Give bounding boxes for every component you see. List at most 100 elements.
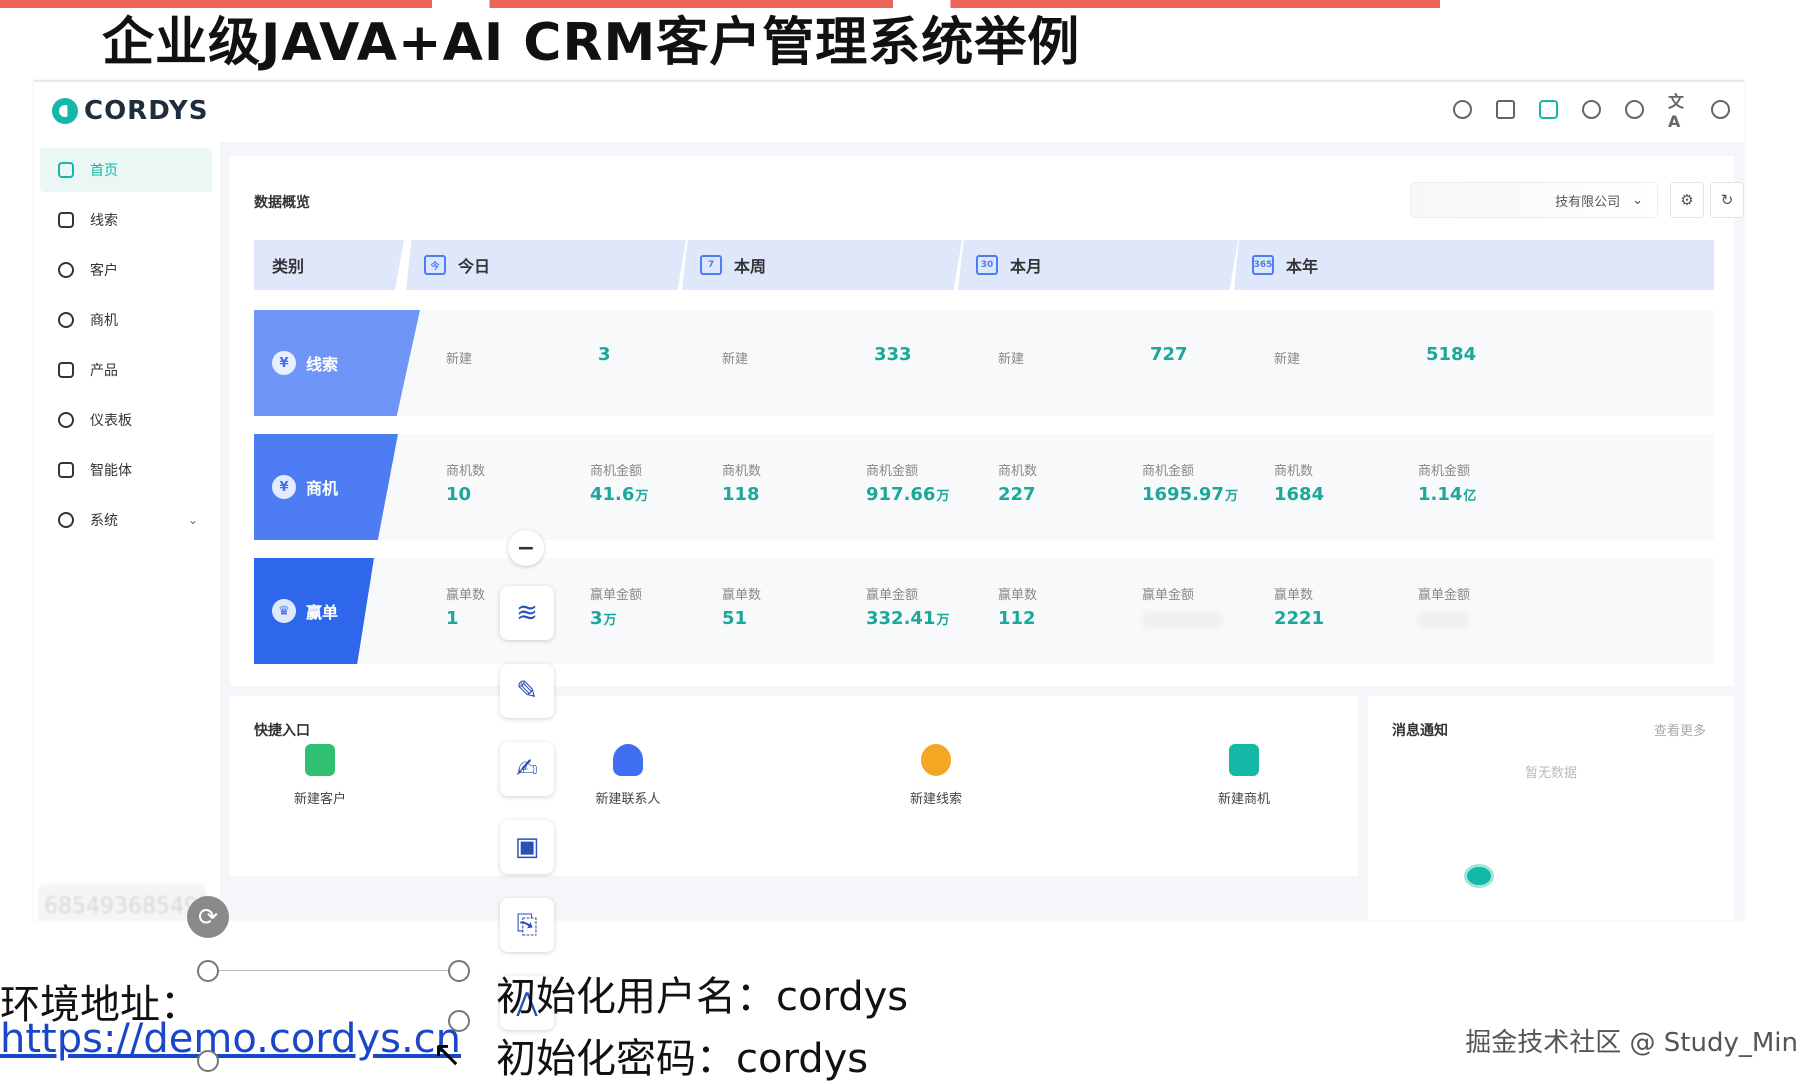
- quick-new-contact[interactable]: 新建联系人: [568, 744, 688, 807]
- bell-icon[interactable]: [1582, 100, 1601, 119]
- customer-icon: [58, 262, 74, 278]
- metric-value[interactable]: 51: [722, 608, 747, 629]
- metric-label: 商机数: [446, 464, 486, 479]
- category-label: 商机: [306, 479, 339, 498]
- metric-value[interactable]: 1.14亿: [1418, 484, 1476, 505]
- metric-value[interactable]: 1: [446, 608, 459, 629]
- metric-label: 赢单金额: [1418, 588, 1471, 603]
- metric-value[interactable]: 118: [722, 484, 760, 505]
- company-select[interactable]: 技有限公司 ⌄: [1410, 182, 1658, 218]
- metric-label: 赢单数: [1274, 588, 1314, 603]
- calendar-icon: 365: [1252, 255, 1274, 275]
- sidebar: 首页 线索 客户 商机 产品 仪表板 智能体 系统 ⌄ 685493685493 …: [34, 142, 220, 920]
- watermark: 掘金技术社区 @ Study_Min: [1465, 1028, 1798, 1058]
- frame-tool-button[interactable]: ▣: [500, 820, 554, 874]
- metric-label: 新建: [446, 352, 473, 367]
- metric-value[interactable]: 5184: [1426, 344, 1476, 365]
- category-badge-opportunities[interactable]: ¥ 商机: [254, 434, 398, 540]
- new-opportunity-icon: [1229, 744, 1259, 776]
- category-badge-clues[interactable]: ¥ 线索: [254, 310, 420, 416]
- metric-label: 赢单金额: [590, 588, 643, 603]
- search-icon[interactable]: [1453, 100, 1472, 119]
- quick-new-clue[interactable]: 新建线索: [876, 744, 996, 807]
- translate-icon[interactable]: 文A: [1668, 92, 1687, 131]
- blurred-value: [1142, 612, 1222, 628]
- metric-label: 赢单数: [998, 588, 1038, 603]
- row-won-deals: ♛ 赢单 赢单数 1 赢单金额 3万 赢单数 51 赢单金额 332.41万 赢单…: [254, 558, 1714, 664]
- metric-value[interactable]: 1695.97万: [1142, 484, 1238, 505]
- user-profile-blurred[interactable]: 685493685493: [38, 884, 206, 920]
- brand-name: CORDYS: [84, 96, 209, 126]
- init-password: 初始化密码：cordys: [496, 1036, 869, 1082]
- metric-label: 商机数: [1274, 464, 1314, 479]
- header-label: 本年: [1286, 257, 1319, 276]
- sidebar-item-clues[interactable]: 线索: [40, 198, 212, 242]
- metric-value[interactable]: 333: [874, 344, 912, 365]
- top-bar: CORDYS 文A: [34, 82, 1744, 142]
- minus-button[interactable]: −: [508, 530, 544, 566]
- calendar-icon: 7: [700, 255, 722, 275]
- document-tool-button[interactable]: ⎘: [500, 898, 554, 952]
- sidebar-item-system[interactable]: 系统 ⌄: [40, 498, 212, 542]
- pen-icon: ✍: [516, 754, 538, 784]
- resize-handle[interactable]: [448, 1010, 470, 1032]
- blurred-value: [1418, 612, 1468, 628]
- chat-assistant-icon[interactable]: [1464, 864, 1494, 888]
- sidebar-item-home[interactable]: 首页: [40, 148, 212, 192]
- metric-value[interactable]: 3: [598, 344, 611, 365]
- metric-value[interactable]: 917.66万: [866, 484, 949, 505]
- document-icon: ⎘: [516, 909, 538, 940]
- chevron-down-icon: ⌄: [1632, 192, 1643, 208]
- sidebar-item-opportunities[interactable]: 商机: [40, 298, 212, 342]
- refresh-icon: ↻: [1720, 191, 1734, 209]
- metric-value[interactable]: 112: [998, 608, 1036, 629]
- metric-value[interactable]: 41.6万: [590, 484, 648, 505]
- layers-tool-button[interactable]: ≋: [500, 586, 554, 640]
- layers-icon: ≋: [516, 598, 538, 628]
- message-title: 消息通知: [1392, 723, 1448, 739]
- sidebar-item-label: 客户: [90, 263, 118, 279]
- resize-handle[interactable]: [197, 960, 219, 982]
- brand-logo[interactable]: CORDYS: [52, 96, 208, 126]
- category-badge-won[interactable]: ♛ 赢单: [254, 558, 374, 664]
- header-label: 类别: [272, 257, 305, 276]
- opportunity-icon: ¥: [272, 475, 296, 499]
- sidebar-item-dashboard[interactable]: 仪表板: [40, 398, 212, 442]
- view-more-link[interactable]: 查看更多: [1654, 720, 1706, 739]
- rotate-handle-icon[interactable]: ⟳: [187, 896, 229, 938]
- quick-new-opportunity[interactable]: 新建商机: [1184, 744, 1304, 807]
- home-icon: [58, 162, 74, 178]
- calendar-icon[interactable]: [1496, 100, 1515, 119]
- new-contact-icon: [613, 744, 643, 776]
- brush-tool-button[interactable]: ✎: [500, 664, 554, 718]
- sidebar-item-customers[interactable]: 客户: [40, 248, 212, 292]
- overview-refresh-button[interactable]: ↻: [1710, 182, 1744, 218]
- metric-label: 商机数: [722, 464, 762, 479]
- dashboard-icon: [58, 412, 74, 428]
- product-icon: [58, 362, 74, 378]
- robot-icon[interactable]: [1539, 100, 1558, 119]
- system-icon: [58, 512, 74, 528]
- metric-value[interactable]: 1684: [1274, 484, 1324, 505]
- sidebar-item-products[interactable]: 产品: [40, 348, 212, 392]
- overview-settings-button[interactable]: ⚙: [1670, 182, 1704, 218]
- metric-value[interactable]: 727: [1150, 344, 1188, 365]
- resize-handle[interactable]: [197, 1050, 219, 1072]
- info-icon[interactable]: [1625, 100, 1644, 119]
- metric-label: 商机金额: [866, 464, 919, 479]
- metric-value[interactable]: 10: [446, 484, 471, 505]
- resize-handle[interactable]: [448, 960, 470, 982]
- quick-new-customer[interactable]: 新建客户: [260, 744, 380, 807]
- metric-value[interactable]: 332.41万: [866, 608, 949, 629]
- empty-state-text: 暂无数据: [1524, 766, 1577, 781]
- quick-item-label: 新建线索: [909, 792, 962, 807]
- metric-value[interactable]: 3万: [590, 608, 617, 629]
- header-week: 7 本周: [682, 240, 962, 290]
- sidebar-item-agents[interactable]: 智能体: [40, 448, 212, 492]
- help-icon[interactable]: [1711, 100, 1730, 119]
- metric-value[interactable]: 2221: [1274, 608, 1324, 629]
- pen-tool-button[interactable]: ✍: [500, 742, 554, 796]
- metric-value[interactable]: 227: [998, 484, 1036, 505]
- calendar-icon: 30: [976, 255, 998, 275]
- chevron-down-icon: ⌄: [187, 513, 198, 527]
